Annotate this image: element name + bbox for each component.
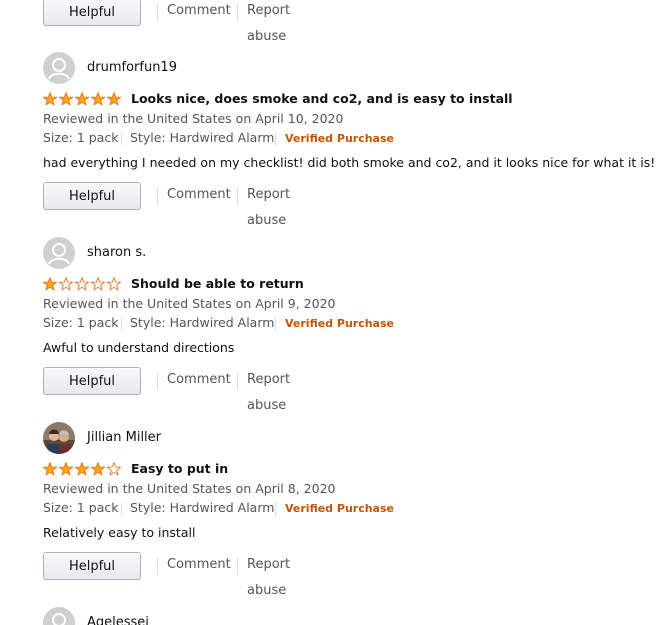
- review-body: had everything I needed on my checklist!…: [43, 155, 656, 170]
- default-avatar-icon: [43, 52, 75, 84]
- reviewer-name: Jillian Miller: [87, 430, 162, 445]
- size-label[interactable]: Size: 1 pack: [43, 500, 118, 515]
- verified-purchase-badge: Verified Purchase: [285, 317, 394, 330]
- review-body: Awful to understand directions: [43, 340, 235, 355]
- star-rating[interactable]: [43, 92, 123, 106]
- review-date: Reviewed in the United States on April 1…: [43, 111, 344, 126]
- style-label[interactable]: Style: Hardwired Alarm: [130, 315, 274, 330]
- star-filled-icon: [43, 277, 58, 291]
- star-filled-icon: [74, 92, 90, 106]
- reviewer-profile[interactable]: drumforfun19: [43, 52, 343, 84]
- separator: [275, 132, 276, 146]
- photo-avatar-icon: [43, 422, 75, 454]
- review: drumforfun19 Looks nice, does smoke and …: [43, 52, 655, 172]
- reviewer-name: sharon s.: [87, 245, 147, 260]
- star-empty-icon: [74, 277, 90, 291]
- star-rating[interactable]: [43, 462, 123, 476]
- star-filled-icon: [74, 462, 90, 476]
- separator: [121, 502, 122, 516]
- star-empty-icon: [106, 462, 122, 476]
- star-filled-icon: [58, 462, 74, 476]
- default-avatar-icon: [43, 237, 75, 269]
- star-filled-icon: [90, 462, 106, 476]
- separator: [157, 188, 158, 205]
- size-label[interactable]: Size: 1 pack: [43, 315, 118, 330]
- star-rating[interactable]: [43, 277, 123, 291]
- separator: [237, 4, 238, 21]
- helpful-button[interactable]: Helpful: [43, 0, 141, 26]
- review-title[interactable]: Easy to put in: [131, 461, 228, 476]
- star-filled-icon: [43, 92, 58, 106]
- helpful-button[interactable]: Helpful: [43, 367, 141, 395]
- comment-link[interactable]: Comment: [167, 552, 231, 578]
- helpful-button[interactable]: Helpful: [43, 182, 141, 210]
- reviewer-name: drumforfun19: [87, 60, 177, 75]
- star-empty-icon: [90, 277, 106, 291]
- report-abuse-link[interactable]: Report abuse: [247, 367, 290, 413]
- review-title[interactable]: Should be able to return: [131, 276, 304, 291]
- separator: [121, 132, 122, 146]
- reviewer-profile[interactable]: Jillian Miller: [43, 422, 343, 454]
- separator: [237, 188, 238, 205]
- default-avatar-icon: [43, 607, 75, 625]
- verified-purchase-badge: Verified Purchase: [285, 502, 394, 515]
- separator: [275, 317, 276, 331]
- comment-link[interactable]: Comment: [167, 182, 231, 208]
- style-label[interactable]: Style: Hardwired Alarm: [130, 130, 274, 145]
- separator: [157, 558, 158, 575]
- report-abuse-link[interactable]: Report abuse: [247, 0, 290, 44]
- review-title[interactable]: Looks nice, does smoke and co2, and is e…: [131, 91, 513, 106]
- review: Jillian Miller Easy to put in Reviewed i…: [43, 422, 643, 542]
- separator: [157, 4, 158, 21]
- reviewer-profile[interactable]: Agelessei: [43, 607, 343, 625]
- star-filled-icon: [58, 92, 74, 106]
- review-body: Relatively easy to install: [43, 525, 196, 540]
- star-empty-icon: [106, 277, 122, 291]
- separator: [237, 373, 238, 390]
- separator: [157, 373, 158, 390]
- review: Agelessei: [43, 607, 643, 625]
- star-empty-icon: [58, 277, 74, 291]
- report-abuse-link[interactable]: Report abuse: [247, 182, 290, 228]
- separator: [121, 317, 122, 331]
- star-filled-icon: [90, 92, 106, 106]
- separator: [237, 558, 238, 575]
- review: sharon s. Should be able to return Revie…: [43, 237, 643, 357]
- star-filled-icon: [106, 92, 122, 106]
- report-abuse-link[interactable]: Report abuse: [247, 552, 290, 598]
- reviewer-profile[interactable]: sharon s.: [43, 237, 343, 269]
- size-label[interactable]: Size: 1 pack: [43, 130, 118, 145]
- comment-link[interactable]: Comment: [167, 0, 231, 24]
- style-label[interactable]: Style: Hardwired Alarm: [130, 500, 274, 515]
- star-filled-icon: [43, 462, 58, 476]
- reviewer-name: Agelessei: [87, 615, 149, 625]
- helpful-button[interactable]: Helpful: [43, 552, 141, 580]
- review-date: Reviewed in the United States on April 9…: [43, 296, 336, 311]
- review-date: Reviewed in the United States on April 8…: [43, 481, 336, 496]
- verified-purchase-badge: Verified Purchase: [285, 132, 394, 145]
- comment-link[interactable]: Comment: [167, 367, 231, 393]
- separator: [275, 502, 276, 516]
